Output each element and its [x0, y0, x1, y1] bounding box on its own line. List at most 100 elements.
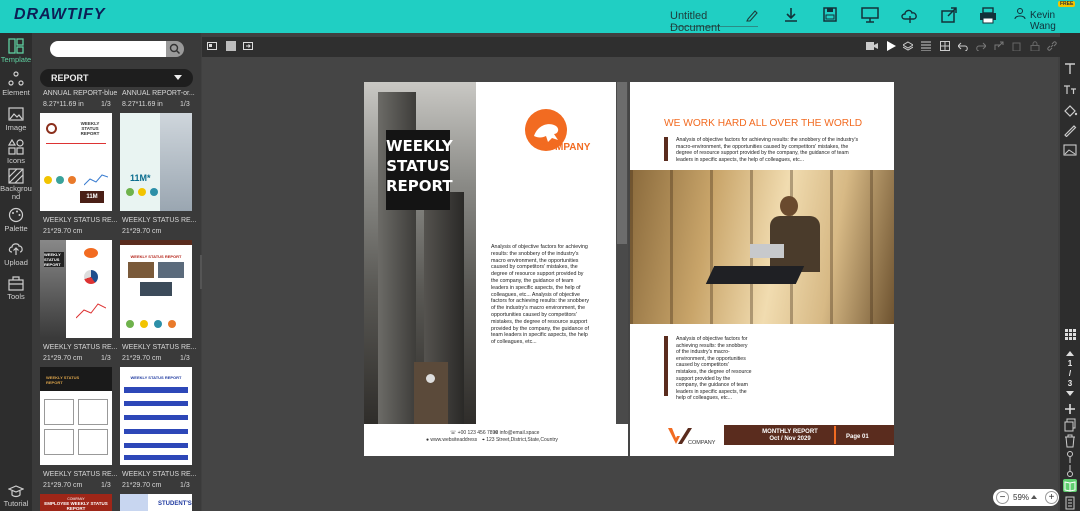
notes-icon[interactable]	[1062, 496, 1078, 510]
rail-label: Upload	[4, 258, 28, 267]
print-icon[interactable]	[975, 5, 1001, 27]
template-name[interactable]: ANNUAL REPORT-or...	[122, 90, 195, 97]
book-view-button[interactable]	[1063, 479, 1077, 492]
copy-icon[interactable]	[1012, 41, 1022, 51]
move-up-icon[interactable]	[1062, 450, 1078, 464]
lock-icon[interactable]	[1030, 41, 1040, 51]
rail-label: Palette	[4, 224, 28, 233]
left-rail	[0, 33, 32, 511]
zoom-chevron-up-icon[interactable]	[1031, 494, 1037, 500]
monitor-icon[interactable]	[857, 5, 883, 27]
category-dropdown[interactable]: REPORT	[40, 69, 193, 87]
search-input[interactable]	[50, 41, 168, 57]
page-right[interactable]: WE WORK HARD ALL OVER THE WORLD Analysis…	[630, 82, 894, 456]
user-name[interactable]: Kevin Wang	[1030, 10, 1080, 32]
template-name[interactable]: WEEKLY STATUS RE...	[43, 217, 118, 224]
template-name[interactable]: WEEKLY STATUS RE...	[122, 344, 197, 351]
template-size: 8.27*11.69 in	[122, 101, 163, 108]
template-thumbnail[interactable]: STUDENT'S	[120, 494, 192, 511]
template-thumbnail[interactable]: 11M*	[120, 113, 192, 211]
edit-icon[interactable]	[746, 8, 758, 22]
rail-tutorial[interactable]: Tutorial	[0, 484, 32, 508]
text-style-icon[interactable]	[1062, 83, 1078, 97]
title-line: STATUS	[386, 157, 450, 175]
page-left[interactable]: WEEKLY STATUS REPORT COMPANY Analysis of…	[364, 82, 628, 456]
thumb-photo	[158, 262, 184, 278]
align-icon[interactable]	[921, 41, 931, 51]
move-down-icon[interactable]	[1062, 464, 1078, 478]
rail-element[interactable]: Element	[0, 71, 32, 97]
thumb-title: WEEKLY STATUS REPORT	[130, 375, 182, 380]
document-title[interactable]: Untitled Document	[670, 7, 758, 34]
grid-icon[interactable]	[940, 41, 950, 51]
download-icon[interactable]	[778, 5, 804, 27]
template-size: 21*29.70 cm	[43, 355, 83, 362]
search-button[interactable]	[166, 41, 184, 57]
template-pages: 1/3	[180, 101, 190, 108]
thumb-dot	[168, 320, 176, 328]
template-thumbnail[interactable]: WEEKLY STATUS REPORT 11M	[40, 113, 112, 211]
template-name[interactable]: WEEKLY STATUS RE...	[43, 471, 118, 478]
image-tool-icon[interactable]	[1062, 143, 1078, 157]
accent-bar	[664, 137, 668, 161]
thumb-bar	[124, 443, 188, 448]
layout-icon[interactable]	[207, 41, 217, 51]
duplicate-page-icon[interactable]	[1062, 418, 1078, 432]
page-up-icon[interactable]	[1062, 346, 1078, 360]
undo-icon[interactable]	[958, 41, 968, 51]
redo-icon[interactable]	[976, 41, 986, 51]
template-name[interactable]: WEEKLY STATUS RE...	[122, 217, 197, 224]
para-2: Analysis of objective factors for achiev…	[676, 336, 752, 402]
rail-upload[interactable]: Upload	[0, 241, 32, 267]
app-logo[interactable]: DRAWTIFY	[14, 6, 106, 24]
background-color-icon[interactable]	[226, 41, 236, 51]
rail-palette[interactable]: Palette	[0, 207, 32, 233]
thumb-rule	[46, 143, 106, 144]
zoom-out-button[interactable]: −	[996, 491, 1009, 504]
cloud-icon[interactable]	[897, 5, 923, 27]
zoom-in-button[interactable]: +	[1045, 491, 1058, 504]
thumb-dot	[138, 188, 146, 196]
text-icon[interactable]	[1062, 62, 1078, 76]
address-text: ⌖ 123 Street,District,State,Country	[482, 437, 558, 443]
add-page-icon[interactable]	[1062, 402, 1078, 416]
share-icon[interactable]	[936, 5, 962, 27]
resize-icon[interactable]	[243, 41, 253, 51]
template-thumbnail[interactable]: WEEKLY STATUS REPORT	[120, 367, 192, 465]
rail-template[interactable]: Template	[0, 38, 32, 64]
rail-background[interactable]: Backgrou nd	[0, 168, 32, 201]
thumb-photo	[160, 113, 192, 211]
link-icon[interactable]	[1047, 41, 1057, 51]
thumb-box	[78, 429, 108, 455]
template-thumbnail[interactable]: COMPANY EMPLOYEE WEEKLY STATUS REPORT	[40, 494, 112, 511]
video-icon[interactable]	[866, 41, 878, 51]
page-down-icon[interactable]	[1062, 387, 1078, 401]
rail-tools[interactable]: Tools	[0, 275, 32, 301]
pen-icon[interactable]	[1062, 123, 1078, 137]
template-thumbnail[interactable]: WEEKLY STATUS REPORT	[40, 240, 112, 338]
template-name[interactable]: WEEKLY STATUS RE...	[43, 344, 118, 351]
template-thumbnail[interactable]: WEEKLY STATUS REPORT	[40, 367, 112, 465]
share-small-icon[interactable]	[994, 41, 1004, 51]
user-icon[interactable]	[1014, 7, 1026, 19]
layers-icon[interactable]	[903, 41, 913, 51]
rail-image[interactable]: Image	[0, 106, 32, 132]
template-thumbnail[interactable]: WEEKLY STATUS REPORT	[120, 240, 192, 338]
page-grid-icon[interactable]	[1062, 327, 1078, 341]
footer-title: MONTHLY REPORT	[762, 429, 818, 435]
email-text: ✉ info@email.space	[494, 430, 540, 436]
template-name[interactable]: ANNUAL REPORT-blue	[43, 90, 117, 97]
footer-page: Page 01	[846, 434, 869, 440]
rail-icons[interactable]: Icons	[0, 139, 32, 165]
save-icon[interactable]	[817, 5, 843, 27]
fill-bucket-icon[interactable]	[1062, 103, 1078, 117]
template-name[interactable]: WEEKLY STATUS RE...	[122, 471, 197, 478]
thumb-dot	[44, 176, 52, 184]
chevron-down-icon[interactable]	[174, 75, 182, 81]
zoom-value[interactable]: 59%	[1013, 493, 1029, 502]
palette-icon	[8, 207, 24, 223]
delete-page-icon[interactable]	[1062, 434, 1078, 448]
spine-highlight	[617, 82, 627, 244]
play-icon[interactable]	[886, 41, 896, 51]
search-icon	[169, 43, 181, 55]
